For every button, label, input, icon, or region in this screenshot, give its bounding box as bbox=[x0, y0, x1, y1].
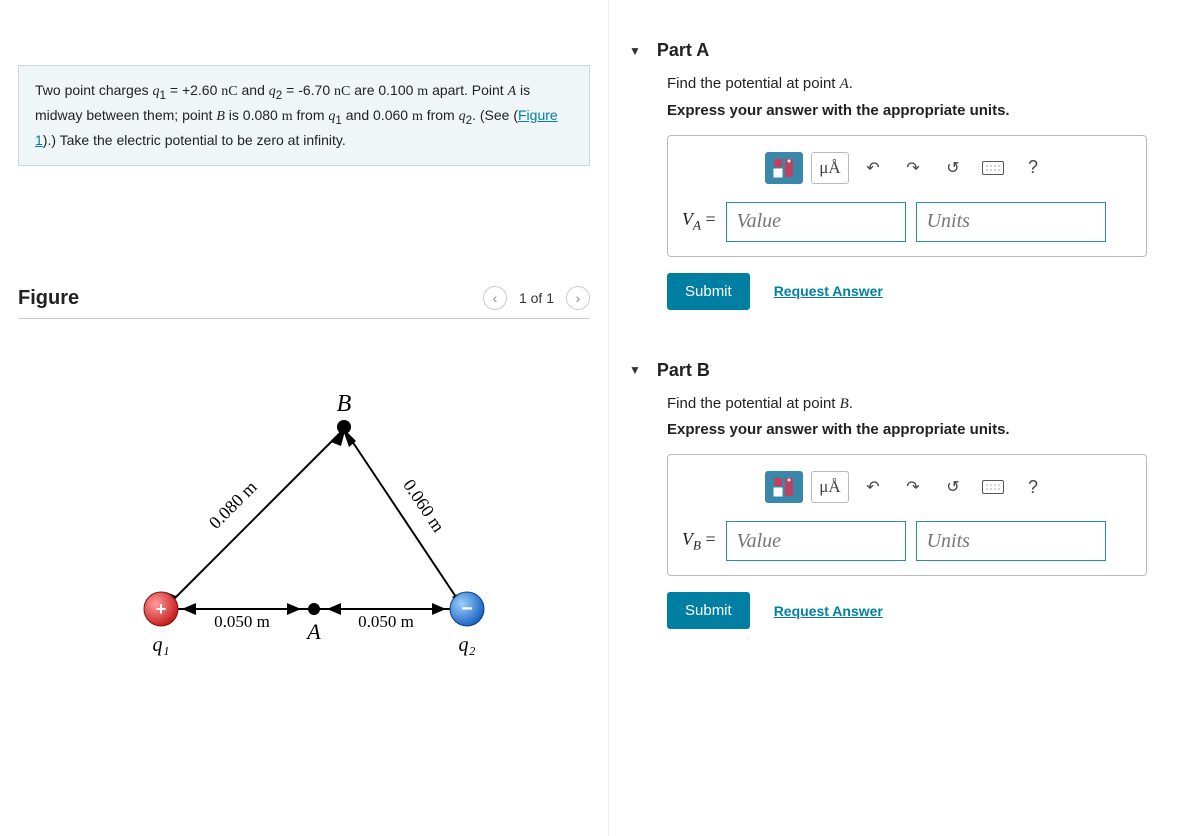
svg-text:A: A bbox=[305, 619, 321, 644]
keyboard-icon[interactable] bbox=[977, 471, 1009, 503]
part-b-request-answer-link[interactable]: Request Answer bbox=[774, 603, 883, 619]
keyboard-icon[interactable] bbox=[977, 152, 1009, 184]
part-a-request-answer-link[interactable]: Request Answer bbox=[774, 283, 883, 299]
collapse-caret-icon[interactable]: ▼ bbox=[629, 44, 641, 58]
svg-text:0.050 m: 0.050 m bbox=[358, 612, 414, 631]
part-a-section: ▼ Part A Find the potential at point A. … bbox=[609, 30, 1180, 330]
svg-text:q₂: q₂ bbox=[459, 634, 476, 656]
part-a-toolbar: μÅ ↶ ↷ ↺ ? bbox=[682, 152, 1132, 184]
templates-icon[interactable] bbox=[765, 152, 803, 184]
svg-text:0.060 m: 0.060 m bbox=[399, 476, 449, 536]
part-a-title: Part A bbox=[657, 40, 709, 61]
svg-text:B: B bbox=[337, 391, 352, 417]
units-icon[interactable]: μÅ bbox=[811, 152, 849, 184]
part-b-instruction: Find the potential at point B. bbox=[667, 393, 1180, 416]
svg-text:q₁: q₁ bbox=[153, 634, 170, 656]
part-a-instruction: Find the potential at point A. bbox=[667, 73, 1180, 96]
templates-icon[interactable] bbox=[765, 471, 803, 503]
svg-text:−: − bbox=[461, 598, 473, 620]
figure-prev-button[interactable]: ‹ bbox=[483, 286, 507, 310]
figure-title: Figure bbox=[18, 287, 79, 310]
reset-icon[interactable]: ↺ bbox=[937, 152, 969, 184]
part-a-submit-button[interactable]: Submit bbox=[667, 273, 750, 310]
part-b-submit-button[interactable]: Submit bbox=[667, 592, 750, 629]
part-b-units-instruction: Express your answer with the appropriate… bbox=[667, 421, 1180, 438]
left-panel: Two point charges q1 = +2.60 nC and q2 =… bbox=[0, 0, 608, 836]
part-a-units-instruction: Express your answer with the appropriate… bbox=[667, 102, 1180, 119]
part-a-units-input[interactable] bbox=[916, 202, 1106, 242]
part-a-var-label: VA = bbox=[682, 209, 716, 234]
part-b-answer-block: μÅ ↶ ↷ ↺ ? VB = bbox=[667, 454, 1147, 576]
part-a-answer-block: μÅ ↶ ↷ ↺ ? VA = bbox=[667, 135, 1147, 257]
part-b-title: Part B bbox=[657, 360, 710, 381]
units-icon[interactable]: μÅ bbox=[811, 471, 849, 503]
figure-counter: 1 of 1 bbox=[519, 290, 554, 306]
figure-diagram: + − B A q₁ q₂ 0.080 m 0.060 m 0.050 m 0.… bbox=[18, 349, 590, 679]
undo-icon[interactable]: ↶ bbox=[857, 152, 889, 184]
part-b-units-input[interactable] bbox=[916, 521, 1106, 561]
collapse-caret-icon[interactable]: ▼ bbox=[629, 363, 641, 377]
part-a-value-input[interactable] bbox=[726, 202, 906, 242]
part-b-value-input[interactable] bbox=[726, 521, 906, 561]
svg-text:0.080 m: 0.080 m bbox=[205, 477, 261, 533]
reset-icon[interactable]: ↺ bbox=[937, 471, 969, 503]
redo-icon[interactable]: ↷ bbox=[897, 471, 929, 503]
undo-icon[interactable]: ↶ bbox=[857, 471, 889, 503]
svg-text:+: + bbox=[156, 599, 167, 619]
help-icon[interactable]: ? bbox=[1017, 152, 1049, 184]
part-b-toolbar: μÅ ↶ ↷ ↺ ? bbox=[682, 471, 1132, 503]
svg-text:0.050 m: 0.050 m bbox=[214, 612, 270, 631]
part-b-var-label: VB = bbox=[682, 529, 716, 554]
figure-section: Figure ‹ 1 of 1 › bbox=[10, 286, 598, 679]
problem-statement: Two point charges q1 = +2.60 nC and q2 =… bbox=[18, 65, 590, 166]
redo-icon[interactable]: ↷ bbox=[897, 152, 929, 184]
help-icon[interactable]: ? bbox=[1017, 471, 1049, 503]
figure-next-button[interactable]: › bbox=[566, 286, 590, 310]
right-panel: ▼ Part A Find the potential at point A. … bbox=[608, 0, 1200, 836]
part-b-section: ▼ Part B Find the potential at point B. … bbox=[609, 350, 1180, 650]
